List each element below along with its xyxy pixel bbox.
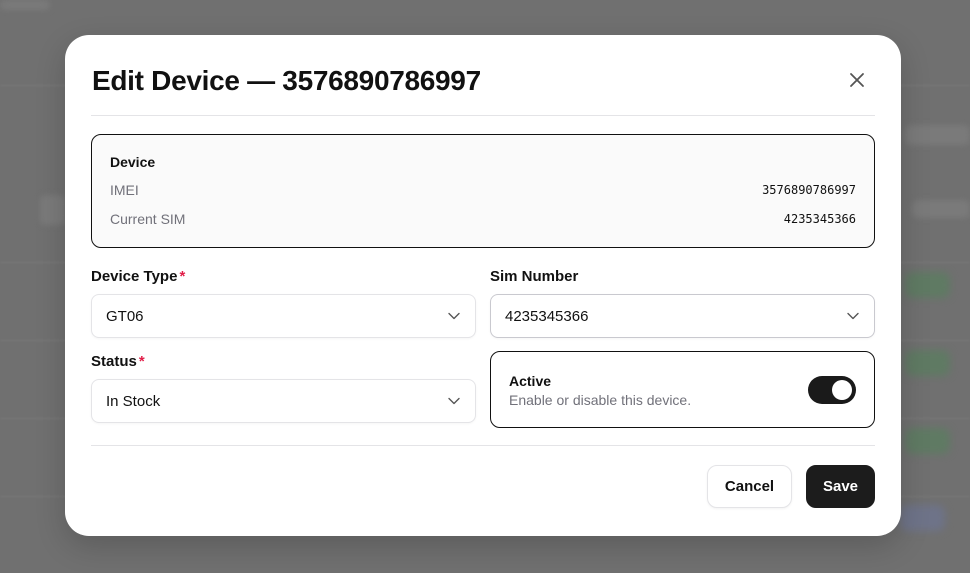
footer-divider: [91, 445, 875, 446]
chevron-down-icon: [447, 309, 461, 323]
imei-row: IMEI 3576890786997: [110, 181, 856, 199]
device-type-label: Device Type *: [91, 268, 185, 286]
status-label-text: Status: [91, 353, 137, 370]
background-badge: [905, 350, 950, 376]
current-sim-row: Current SIM 4235345366: [110, 210, 856, 228]
status-label: Status *: [91, 353, 145, 371]
edit-device-dialog: Edit Device — 3576890786997 Device IMEI …: [65, 35, 901, 536]
required-mark: *: [179, 268, 186, 285]
background-element: [40, 195, 65, 225]
background-badge: [905, 428, 950, 454]
status-select[interactable]: In Stock: [91, 379, 476, 423]
required-mark: *: [138, 353, 145, 370]
active-switch[interactable]: [808, 376, 856, 404]
background-badge: [905, 272, 950, 298]
device-type-value: GT06: [106, 307, 144, 325]
status-value: In Stock: [106, 392, 161, 410]
cancel-button[interactable]: Cancel: [707, 465, 792, 508]
background-element: [912, 200, 970, 218]
imei-value: 3576890786997: [762, 183, 856, 197]
active-description: Enable or disable this device.: [509, 392, 692, 408]
close-icon: [850, 73, 864, 87]
background-badge: [900, 505, 945, 531]
header-divider: [91, 115, 875, 116]
close-button[interactable]: [845, 68, 869, 92]
device-info-heading: Device: [110, 154, 156, 170]
imei-label: IMEI: [110, 182, 139, 198]
save-button[interactable]: Save: [806, 465, 875, 508]
dialog-title: Edit Device — 3576890786997: [92, 65, 481, 96]
active-toggle-card: Active Enable or disable this device.: [490, 351, 875, 428]
current-sim-label: Current SIM: [110, 211, 186, 227]
background-element: [905, 125, 970, 145]
background-element: [0, 0, 50, 10]
sim-number-value: 4235345366: [505, 307, 589, 325]
device-info-card: Device IMEI 3576890786997 Current SIM 42…: [91, 134, 875, 248]
device-type-select[interactable]: GT06: [91, 294, 476, 338]
chevron-down-icon: [447, 394, 461, 408]
chevron-down-icon: [846, 309, 860, 323]
current-sim-value: 4235345366: [783, 212, 856, 226]
switch-knob: [832, 380, 852, 400]
sim-number-label: Sim Number: [490, 268, 579, 285]
device-type-label-text: Device Type: [91, 268, 178, 285]
active-title: Active: [509, 373, 552, 389]
sim-number-select[interactable]: 4235345366: [490, 294, 875, 338]
